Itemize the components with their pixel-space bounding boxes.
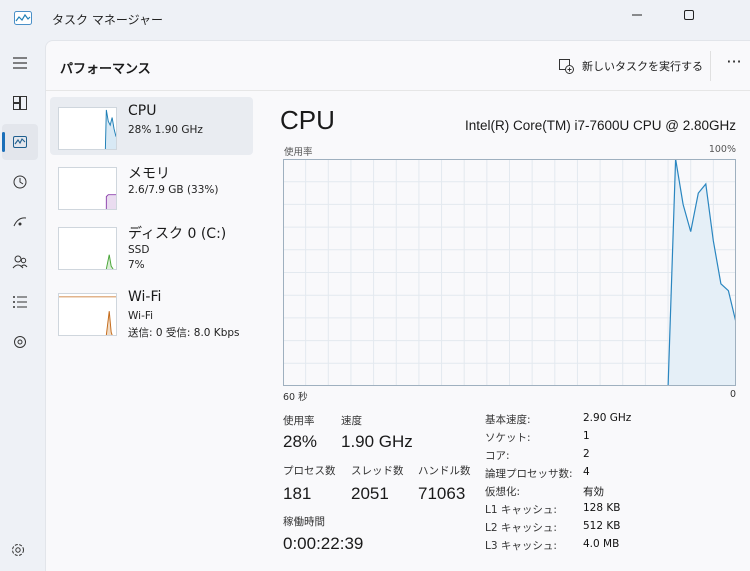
resource-name: CPU — [128, 103, 157, 119]
nav-performance[interactable] — [2, 124, 38, 160]
resource-item-wifi[interactable]: Wi-Fi Wi-Fi 送信: 0 受信: 8.0 Kbps — [50, 283, 253, 341]
more-options-button[interactable]: ··· — [722, 54, 746, 77]
menu-icon — [13, 57, 27, 69]
resource-detail: SSD — [128, 244, 150, 256]
info-key: 仮想化: — [485, 486, 521, 498]
services-icon — [14, 336, 26, 348]
new-task-button[interactable]: 新しいタスクを実行する — [558, 54, 703, 78]
main-panel: パフォーマンス 新しいタスクを実行する ··· CPU 28% 1.90 GHz… — [45, 40, 750, 571]
nav-users[interactable] — [2, 244, 38, 280]
speed-label: 速度 — [341, 415, 362, 427]
resource-detail: 2.6/7.9 GB (33%) — [128, 184, 219, 196]
new-task-label: 新しいタスクを実行する — [582, 60, 703, 73]
active-indicator — [2, 132, 5, 152]
minimize-icon — [632, 14, 642, 16]
resource-detail-2: 送信: 0 受信: 8.0 Kbps — [128, 327, 240, 339]
info-key: L2 キャッシュ: — [485, 522, 557, 534]
processes-value: 181 — [283, 484, 312, 503]
disk-mini-graph — [58, 227, 117, 270]
info-value: 1 — [583, 430, 590, 442]
navigation-rail — [0, 38, 40, 571]
usage-label: 使用率 — [283, 415, 315, 427]
new-task-icon — [559, 59, 574, 74]
title-bar: タスク マネージャー — [0, 0, 750, 38]
graph-grid — [283, 159, 736, 386]
info-key: ソケット: — [485, 432, 531, 444]
wifi-mini-graph — [58, 293, 117, 336]
threads-value: 2051 — [351, 484, 389, 503]
page-title: パフォーマンス — [60, 62, 151, 77]
uptime-value: 0:00:22:39 — [283, 534, 364, 553]
info-key: L1 キャッシュ: — [485, 504, 557, 516]
nav-services[interactable] — [2, 324, 38, 360]
info-key: コア: — [485, 450, 510, 462]
handles-value: 71063 — [418, 484, 466, 503]
resource-item-disk[interactable]: ディスク 0 (C:) SSD 7% — [50, 217, 253, 275]
users-icon — [12, 255, 28, 269]
graph-y-max: 100% — [708, 144, 736, 155]
processes-icon — [13, 96, 27, 110]
nav-startup-apps[interactable] — [2, 204, 38, 240]
nav-app-history[interactable] — [2, 164, 38, 200]
info-value: 4.0 MB — [583, 538, 620, 550]
speed-value: 1.90 GHz — [341, 432, 413, 451]
maximize-button[interactable] — [666, 0, 712, 30]
resource-item-cpu[interactable]: CPU 28% 1.90 GHz — [50, 97, 253, 155]
graph-x-start-label: 60 秒 — [283, 392, 308, 403]
info-key: 論理プロセッサ数: — [485, 468, 573, 480]
info-value: 4 — [583, 466, 590, 478]
header-divider — [710, 51, 711, 81]
cpu-model: Intel(R) Core(TM) i7-7600U CPU @ 2.80GHz — [464, 118, 736, 133]
resource-detail: 28% 1.90 GHz — [128, 124, 203, 136]
window-title: タスク マネージャー — [52, 13, 163, 27]
graph-y-label: 使用率 — [284, 147, 313, 158]
settings-icon — [12, 544, 24, 556]
uptime-label: 稼働時間 — [283, 516, 325, 528]
usage-value: 28% — [283, 432, 318, 451]
details-icon — [13, 296, 27, 308]
resource-detail-2: 7% — [128, 259, 145, 271]
history-icon — [13, 175, 27, 189]
hamburger-menu-button[interactable] — [2, 45, 38, 81]
info-value: 128 KB — [583, 502, 621, 514]
resource-item-memory[interactable]: メモリ 2.6/7.9 GB (33%) — [50, 157, 253, 215]
detail-title: CPU — [280, 105, 335, 135]
resource-name: Wi-Fi — [128, 289, 162, 305]
info-key: L3 キャッシュ: — [485, 540, 557, 552]
graph-x-end-label: 0 — [729, 389, 736, 400]
info-value: 2.90 GHz — [583, 412, 632, 424]
resource-name: メモリ — [128, 166, 170, 182]
nav-details[interactable] — [2, 284, 38, 320]
startup-icon — [13, 217, 27, 227]
info-value: 有効 — [583, 486, 604, 498]
resource-detail: Wi-Fi — [128, 310, 154, 322]
maximize-icon — [684, 10, 694, 20]
threads-label: スレッド数 — [351, 465, 404, 477]
task-manager-app-icon — [14, 11, 32, 25]
nav-processes[interactable] — [2, 85, 38, 121]
performance-icon — [13, 136, 27, 148]
resource-name: ディスク 0 (C:) — [128, 226, 227, 242]
page-header: パフォーマンス 新しいタスクを実行する ··· — [46, 41, 750, 91]
memory-mini-graph — [58, 167, 117, 210]
cpu-usage-graph — [283, 159, 736, 386]
cpu-mini-graph — [58, 107, 117, 150]
minimize-button[interactable] — [614, 0, 660, 30]
info-key: 基本速度: — [485, 414, 531, 426]
info-value: 512 KB — [583, 520, 621, 532]
info-value: 2 — [583, 448, 590, 460]
settings-button[interactable] — [10, 542, 26, 562]
processes-label: プロセス数 — [283, 465, 336, 477]
handles-label: ハンドル数 — [418, 465, 471, 477]
